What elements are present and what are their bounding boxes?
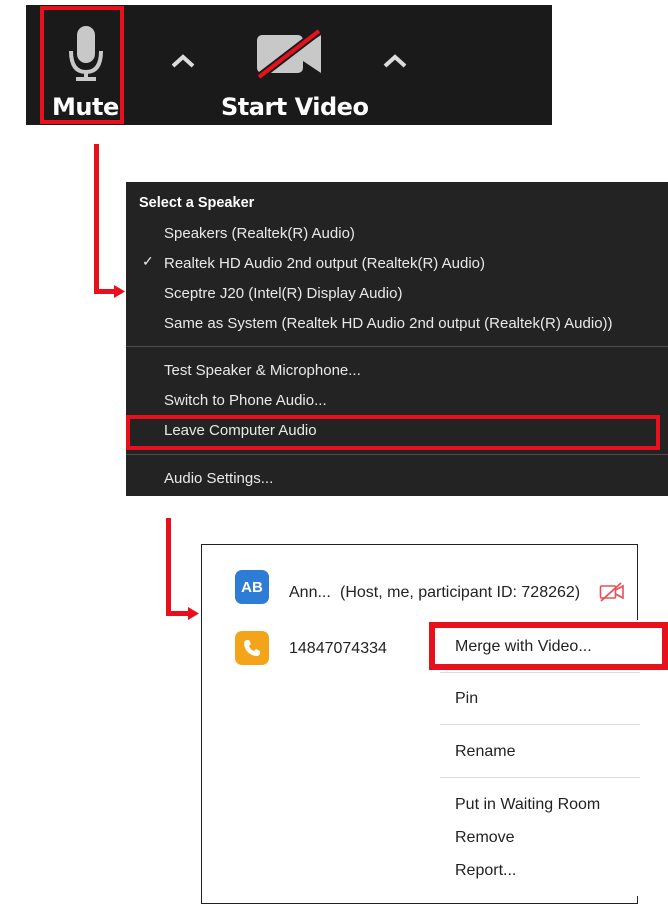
pin-item[interactable]: Pin xyxy=(455,690,478,708)
speaker-option-speakers[interactable]: Speakers (Realtek(R) Audio) xyxy=(164,225,355,242)
arrow-right-icon xyxy=(114,285,125,298)
connector-line xyxy=(94,289,116,294)
menu-header: Select a Speaker xyxy=(139,195,255,211)
report-item[interactable]: Report... xyxy=(455,862,516,880)
menu-divider xyxy=(440,777,640,778)
phone-icon xyxy=(244,640,260,656)
speaker-option-sceptre[interactable]: Sceptre J20 (Intel(R) Display Audio) xyxy=(164,285,402,302)
rename-item[interactable]: Rename xyxy=(455,743,515,761)
test-speaker-mic-item[interactable]: Test Speaker & Microphone... xyxy=(164,362,361,379)
remove-item[interactable]: Remove xyxy=(455,829,515,847)
speaker-option-same-as-system[interactable]: Same as System (Realtek HD Audio 2nd out… xyxy=(164,315,613,332)
menu-divider xyxy=(440,672,640,673)
avatar: AB xyxy=(235,570,269,604)
mute-highlight-box xyxy=(40,6,124,124)
merge-video-highlight-box xyxy=(429,622,668,670)
start-video-button[interactable]: Start Video xyxy=(221,93,369,121)
connector-line xyxy=(166,518,171,616)
put-in-waiting-room-item[interactable]: Put in Waiting Room xyxy=(455,796,600,814)
participant-info: (Host, me, participant ID: 728262) xyxy=(340,584,581,601)
switch-phone-audio-item[interactable]: Switch to Phone Audio... xyxy=(164,392,327,409)
menu-divider xyxy=(126,454,668,455)
connector-line xyxy=(94,144,99,294)
video-off-icon xyxy=(599,582,624,602)
participant-name[interactable]: Ann... xyxy=(289,584,331,602)
video-off-icon[interactable] xyxy=(255,29,325,79)
connector-line xyxy=(166,611,190,616)
speaker-option-realtek-2nd[interactable]: Realtek HD Audio 2nd output (Realtek(R) … xyxy=(164,255,485,272)
leave-audio-highlight-box xyxy=(126,415,660,450)
audio-settings-item[interactable]: Audio Settings... xyxy=(164,470,273,487)
chevron-up-icon[interactable] xyxy=(171,53,195,69)
menu-divider xyxy=(126,346,668,347)
participant-name[interactable]: 14847074334 xyxy=(289,640,387,658)
menu-divider xyxy=(440,724,640,725)
check-icon: ✓ xyxy=(142,253,154,269)
chevron-up-icon[interactable] xyxy=(383,53,407,69)
arrow-right-icon xyxy=(188,607,199,620)
phone-avatar xyxy=(235,631,269,665)
